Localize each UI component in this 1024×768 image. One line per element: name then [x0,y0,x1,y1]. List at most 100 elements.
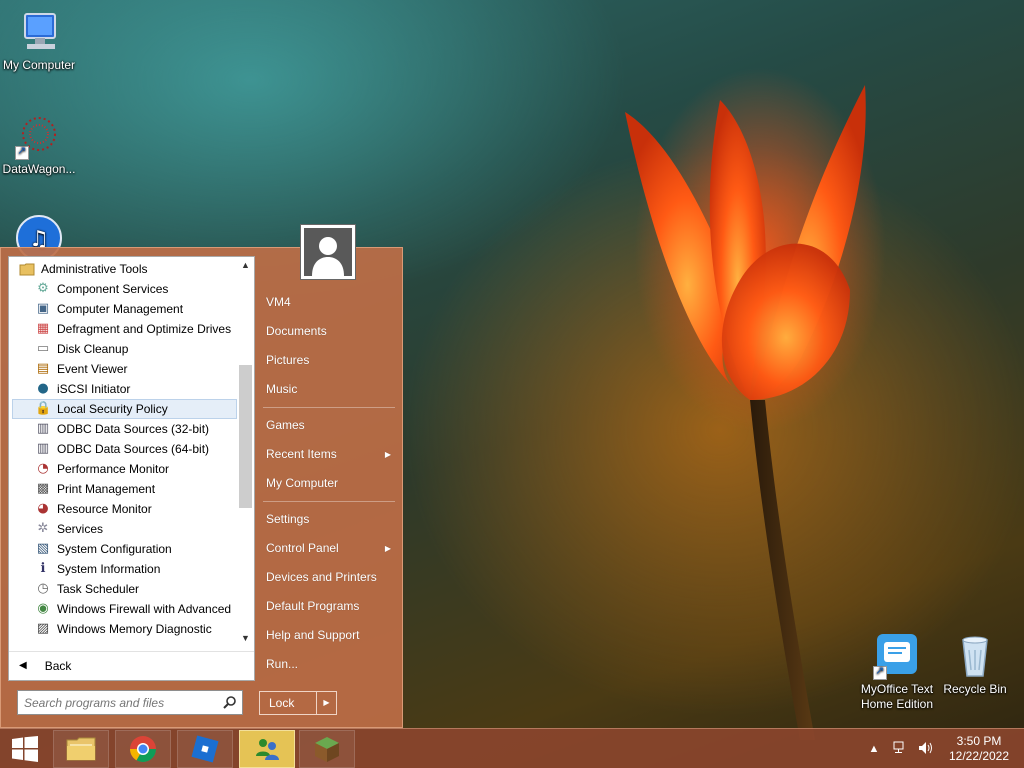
scroll-thumb[interactable] [239,365,252,508]
desktop-icon-label: DataWagon... [2,162,76,176]
menu-item-games[interactable]: Games [259,411,399,440]
search-box[interactable] [17,690,243,715]
desktop-icon-label-line1: MyOffice Text [860,682,934,696]
program-item[interactable]: ▦ Defragment and Optimize Drives [9,319,237,339]
menu-item-music[interactable]: Music [259,375,399,404]
program-item[interactable]: ▧ System Configuration [9,539,237,559]
program-item[interactable]: ▩ Print Management [9,479,237,499]
system-configuration-icon: ▧ [36,541,50,556]
windows-logo-icon [12,736,38,762]
program-item-label: Computer Management [57,302,184,316]
program-item[interactable]: ● iSCSI Initiator [9,379,237,399]
program-item[interactable]: ▭ Disk Cleanup [9,339,237,359]
program-item[interactable]: ◉ Windows Firewall with Advanced [9,599,237,619]
program-item[interactable]: ◕ Resource Monitor [9,499,237,519]
back-button[interactable]: ◀ Back [9,651,254,679]
program-item-label: Disk Cleanup [57,342,129,356]
taskbar-minecraft[interactable] [299,730,355,768]
desktop-icon-label: Recycle Bin [943,682,1007,696]
menu-item-documents[interactable]: Documents [259,317,399,346]
firewall-icon: ◉ [37,601,49,616]
scroll-down-button[interactable]: ▼ [237,630,254,647]
menu-item-default-programs[interactable]: Default Programs [259,592,399,621]
start-menu: Administrative Tools ⚙ Component Services… [0,224,403,728]
defragment-icon: ▦ [36,321,50,336]
desktop-icon-label: My Computer [2,58,76,72]
back-label: Back [44,658,72,673]
program-item-label: Performance Monitor [57,462,170,476]
myoffice-icon [873,632,921,680]
program-item-label: Component Services [57,282,169,296]
search-input[interactable] [18,691,213,714]
submenu-arrow-icon: ▶ [384,450,391,459]
menu-item-run[interactable]: Run... [259,650,399,679]
menu-item-devices-printers[interactable]: Devices and Printers [259,563,399,592]
programs-list: Administrative Tools ⚙ Component Services… [9,257,237,647]
program-item-label: Defragment and Optimize Drives [57,322,232,336]
desktop-icon-recycle-bin[interactable]: Recycle Bin [933,632,1017,697]
program-item[interactable]: ▤ Event Viewer [9,359,237,379]
menu-item-recent-items[interactable]: Recent Items ▶ [259,440,399,469]
lock-button[interactable]: Lock ▶ [259,691,337,715]
programs-scrollbar[interactable]: ▲ ▼ [237,257,254,647]
scroll-up-button[interactable]: ▲ [237,257,254,274]
menu-item-my-computer[interactable]: My Computer [259,469,399,498]
program-item-label: Resource Monitor [57,502,152,516]
program-item-label: Local Security Policy [57,402,168,416]
menu-item-vm4[interactable]: VM4 [259,288,399,317]
desktop-icon-my-computer[interactable]: My Computer [0,8,81,73]
folder-administrative-tools[interactable]: Administrative Tools [9,259,237,279]
search-icon[interactable] [223,695,237,709]
folder-icon [66,737,96,761]
program-item-label: ODBC Data Sources (64-bit) [57,442,210,456]
taskbar-chrome[interactable] [115,730,171,768]
component-services-icon: ⚙ [37,281,49,296]
user-avatar-icon [304,228,352,276]
submenu-arrow-icon: ▶ [384,544,391,553]
user-picture[interactable] [300,224,356,280]
clock-date: 12/22/2022 [948,749,1010,763]
menu-item-pictures[interactable]: Pictures [259,346,399,375]
taskbar-file-explorer[interactable] [53,730,109,768]
menu-item-help-support[interactable]: Help and Support [259,621,399,650]
menu-item-label: Control Panel [266,541,339,555]
program-item[interactable]: ◔ Performance Monitor [9,459,237,479]
program-item-label: System Information [57,562,161,576]
performance-monitor-icon: ◔ [37,461,49,476]
show-hidden-icons-chevron-icon[interactable]: ▲ [864,743,884,755]
start-button[interactable] [0,729,50,768]
program-item[interactable]: ▨ Windows Memory Diagnostic [9,619,237,639]
desktop-icon-label-line2: Home Edition [860,697,934,711]
program-item[interactable]: ⚙ Component Services [9,279,237,299]
network-icon[interactable] [890,741,910,758]
folder-icon [19,261,35,277]
memory-diagnostic-icon: ▨ [36,621,50,636]
iscsi-icon: ● [37,381,49,396]
taskbar: ▲ 3:50 PM 12/22/2022 [0,728,1024,768]
program-item[interactable]: ✲ Services [9,519,237,539]
odbc-icon: ▥ [36,441,50,456]
lock-options-arrow-icon[interactable]: ▶ [316,692,336,714]
task-scheduler-icon: ◷ [37,581,49,596]
desktop-icon-datawagon[interactable]: DataWagon... [0,112,81,177]
security-policy-icon: 🔒 [35,401,52,416]
menu-item-control-panel[interactable]: Control Panel ▶ [259,534,399,563]
taskbar-people[interactable] [239,730,295,768]
taskbar-roblox[interactable] [177,730,233,768]
recycle-bin-icon [951,632,999,680]
program-item[interactable]: 🔒 Local Security Policy [12,399,237,419]
programs-panel: Administrative Tools ⚙ Component Services… [8,256,255,681]
system-tray: ▲ 3:50 PM 12/22/2022 [864,729,1024,768]
program-item[interactable]: ▥ ODBC Data Sources (64-bit) [9,439,237,459]
menu-item-settings[interactable]: Settings [259,505,399,534]
volume-icon[interactable] [916,741,936,758]
desktop-icon-myoffice[interactable]: MyOffice Text Home Edition [855,632,939,712]
lock-label: Lock [269,696,295,710]
program-item[interactable]: ▥ ODBC Data Sources (32-bit) [9,419,237,439]
clock[interactable]: 3:50 PM 12/22/2022 [942,734,1016,764]
folder-label: Administrative Tools [41,262,148,276]
odbc-icon: ▥ [36,421,50,436]
program-item[interactable]: ◷ Task Scheduler [9,579,237,599]
program-item[interactable]: ▣ Computer Management [9,299,237,319]
program-item[interactable]: ℹ System Information [9,559,237,579]
